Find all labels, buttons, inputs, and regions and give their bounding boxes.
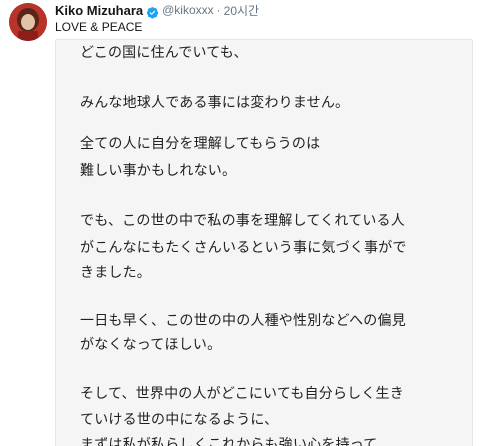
note-line-12: まずは私が私らしくこれからも強い心を持って、 [80, 437, 391, 446]
author-name[interactable]: Kiko Mizuhara [55, 3, 143, 18]
tweet-text: LOVE & PEACE [55, 20, 143, 34]
note-line-6: がこんなにもたくさんいるという事に気づく事がで [80, 240, 407, 256]
author-handle[interactable]: @kikoxxx [162, 3, 214, 17]
note-line-8: 一日も早く、この世の中の人種や性別などへの偏見 [80, 313, 406, 329]
avatar[interactable] [9, 3, 47, 41]
tweet-header: Kiko Mizuhara @kikoxxx · 20시간 [55, 1, 259, 19]
note-line-1: どこの国に住んでいても、 [80, 45, 248, 61]
note-line-10: そして、世界中の人がどこにいても自分らしく生き [80, 386, 404, 402]
verified-badge-icon [146, 4, 159, 18]
note-line-11: ていける世の中になるように、 [80, 412, 279, 428]
attached-image[interactable]: どこの国に住んでいても、 みんな地球人である事には変わりません。 全ての人に自分… [55, 39, 473, 446]
note-line-7: きました。 [80, 265, 151, 281]
note-line-4: 難しい事かもしれない。 [80, 163, 237, 179]
avatar-image [9, 3, 47, 41]
note-line-2: みんな地球人である事には変わりません。 [80, 95, 350, 111]
header-separator: · [216, 3, 221, 17]
note-line-3: 全ての人に自分を理解してもらうのは [80, 136, 321, 152]
tweet-timestamp[interactable]: 20시간 [224, 2, 259, 19]
note-line-9: がなくなってほしい。 [80, 337, 222, 353]
note-line-5: でも、この世の中で私の事を理解してくれている人 [80, 213, 405, 229]
tweet: Kiko Mizuhara @kikoxxx · 20시간 LOVE & PEA… [0, 0, 480, 446]
